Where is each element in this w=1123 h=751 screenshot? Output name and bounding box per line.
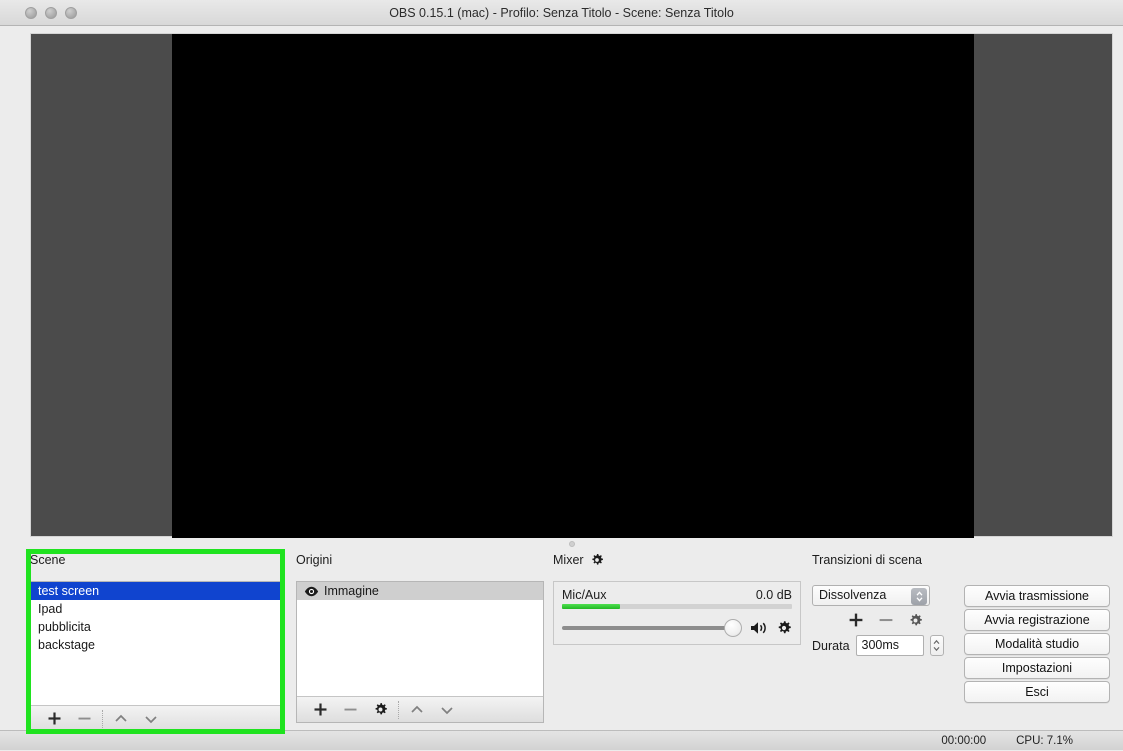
sources-list[interactable]: Immagine <box>296 581 544 723</box>
mixer-channel-level: 0.0 dB <box>755 587 792 602</box>
status-bar-items: 00:00:00 CPU: 7.1% <box>941 731 1123 751</box>
transitions-dock-title: Transizioni di scena <box>812 549 1117 571</box>
duration-input[interactable]: 300ms <box>855 635 924 656</box>
source-properties-button[interactable] <box>365 698 395 722</box>
status-bar: 00:00:00 CPU: 7.1% <box>0 730 1123 750</box>
scene-dock: Scene test screen Ipad pubblicita backst… <box>30 549 281 732</box>
start-recording-button[interactable]: Avvia registrazione <box>964 609 1110 631</box>
transition-select-value: Dissolvenza <box>819 588 887 602</box>
transitions-body: Dissolvenza Durata 300ms Avvia trasmissi… <box>812 585 1117 705</box>
list-item[interactable]: pubblicita <box>31 618 280 636</box>
chevron-up-icon <box>409 702 425 718</box>
transition-select-stepper[interactable] <box>911 588 927 605</box>
gear-icon[interactable] <box>590 553 604 567</box>
toolbar-divider <box>398 700 399 719</box>
mixer-channel-header: Mic/Aux 0.0 dB <box>562 587 792 602</box>
sources-dock-title-label: Origini <box>296 553 333 567</box>
transition-properties-button[interactable] <box>908 613 923 628</box>
scene-item-label: pubblicita <box>38 620 91 634</box>
list-item[interactable]: test screen <box>31 582 280 600</box>
move-scene-up-button[interactable] <box>106 707 136 731</box>
mixer-dock-title: Mixer <box>553 549 801 571</box>
mixer-dock-title-label: Mixer <box>553 553 584 567</box>
scene-dock-title: Scene <box>30 549 281 571</box>
mixer-channel: Mic/Aux 0.0 dB <box>553 581 801 645</box>
status-timecode: 00:00:00 <box>941 735 987 747</box>
list-item[interactable]: Ipad <box>31 600 280 618</box>
eye-icon[interactable] <box>304 586 319 597</box>
chevron-up-icon <box>113 711 129 727</box>
preview-area[interactable] <box>30 33 1113 538</box>
mixer-icon-group <box>750 620 792 636</box>
transition-select[interactable]: Dissolvenza <box>812 585 930 606</box>
exit-button[interactable]: Esci <box>964 681 1110 703</box>
mixer-channel-name: Mic/Aux <box>562 587 607 602</box>
remove-transition-button[interactable] <box>878 612 894 628</box>
minus-icon <box>343 702 358 717</box>
minus-icon <box>77 711 92 726</box>
duration-stepper[interactable] <box>929 635 944 656</box>
scene-item-label: test screen <box>38 584 100 598</box>
mixer-level-meter-fill <box>562 604 620 609</box>
scene-item-label: backstage <box>38 638 95 652</box>
gear-icon[interactable] <box>776 620 792 636</box>
window-titlebar: OBS 0.15.1 (mac) - Profilo: Senza Titolo… <box>0 0 1123 26</box>
volume-slider-handle[interactable] <box>724 619 742 637</box>
volume-slider-track <box>562 626 732 630</box>
toolbar-divider <box>102 709 103 728</box>
move-source-down-button[interactable] <box>432 698 462 722</box>
splitter-handle-icon[interactable] <box>569 541 575 547</box>
mixer-dock: Mixer Mic/Aux 0.0 dB <box>553 549 801 645</box>
scene-list-toolbar <box>31 705 280 731</box>
preview-canvas[interactable] <box>172 34 974 538</box>
sources-dock-title: Origini <box>296 549 544 571</box>
studio-mode-button[interactable]: Modalità studio <box>964 633 1110 655</box>
source-item-label: Immagine <box>324 584 379 598</box>
sources-list-toolbar <box>297 696 543 722</box>
remove-source-button[interactable] <box>335 698 365 722</box>
start-streaming-button[interactable]: Avvia trasmissione <box>964 585 1110 607</box>
sources-dock: Origini Immagine <box>296 549 544 723</box>
dock-area: Scene test screen Ipad pubblicita backst… <box>0 549 1123 732</box>
controls-dock: Avvia trasmissione Avvia registrazione M… <box>964 585 1110 703</box>
list-item[interactable]: Immagine <box>297 582 543 600</box>
speaker-icon[interactable] <box>750 620 769 636</box>
scene-dock-title-label: Scene <box>30 553 66 567</box>
settings-button[interactable]: Impostazioni <box>964 657 1110 679</box>
move-scene-down-button[interactable] <box>136 707 166 731</box>
move-source-up-button[interactable] <box>402 698 432 722</box>
duration-label: Durata <box>812 638 850 653</box>
preview-dock-splitter[interactable] <box>0 538 1123 549</box>
sources-list-items: Immagine <box>297 582 543 696</box>
list-item[interactable]: backstage <box>31 636 280 654</box>
remove-scene-button[interactable] <box>69 707 99 731</box>
chevron-down-icon <box>439 702 455 718</box>
scene-item-label: Ipad <box>38 602 63 616</box>
obs-main-window: OBS 0.15.1 (mac) - Profilo: Senza Titolo… <box>0 0 1123 750</box>
status-cpu: CPU: 7.1% <box>1016 735 1073 747</box>
mixer-level-meter <box>562 604 792 609</box>
add-scene-button[interactable] <box>39 707 69 731</box>
volume-slider[interactable] <box>562 615 742 641</box>
scene-list[interactable]: test screen Ipad pubblicita backstage <box>30 581 281 732</box>
add-source-button[interactable] <box>305 698 335 722</box>
plus-icon <box>47 711 62 726</box>
gear-icon <box>373 702 388 717</box>
add-transition-button[interactable] <box>848 612 864 628</box>
chevron-down-icon <box>143 711 159 727</box>
plus-icon <box>313 702 328 717</box>
transitions-dock: Transizioni di scena Dissolvenza Durata … <box>812 549 1117 705</box>
transitions-dock-title-label: Transizioni di scena <box>812 553 923 567</box>
scene-list-items: test screen Ipad pubblicita backstage <box>31 582 280 705</box>
mixer-controls-row <box>562 615 792 641</box>
window-title: OBS 0.15.1 (mac) - Profilo: Senza Titolo… <box>389 6 734 20</box>
